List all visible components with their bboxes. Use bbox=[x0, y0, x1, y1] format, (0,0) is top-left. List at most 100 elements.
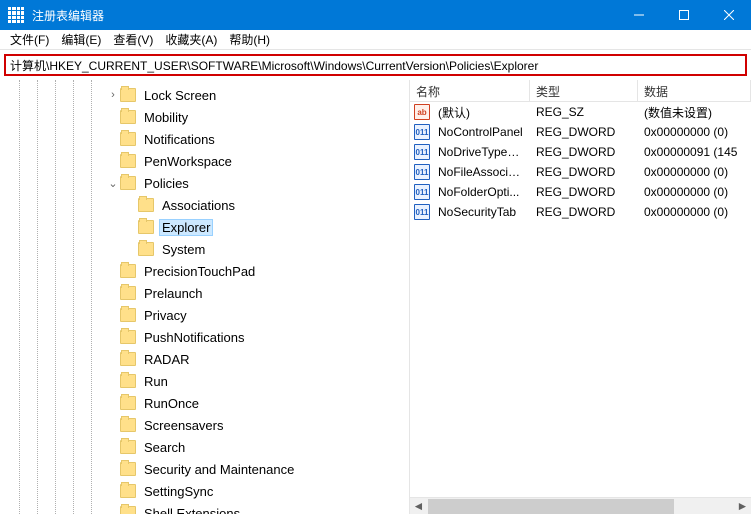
tree-item-label: Prelaunch bbox=[141, 285, 206, 302]
tree-item[interactable]: Search bbox=[0, 436, 409, 458]
value-row[interactable]: 011NoFolderOpti...REG_DWORD0x00000000 (0… bbox=[410, 182, 751, 202]
tree-item-label: Associations bbox=[159, 197, 238, 214]
string-value-icon: ab bbox=[414, 104, 430, 120]
folder-icon bbox=[120, 418, 136, 432]
tree-item[interactable]: Prelaunch bbox=[0, 282, 409, 304]
app-icon bbox=[8, 7, 24, 23]
value-name: NoDriveTypeA... bbox=[432, 145, 530, 159]
dword-value-icon: 011 bbox=[414, 184, 430, 200]
address-bar[interactable]: 计算机\HKEY_CURRENT_USER\SOFTWARE\Microsoft… bbox=[4, 54, 747, 76]
column-name[interactable]: 名称 bbox=[410, 80, 530, 101]
folder-icon bbox=[120, 176, 136, 190]
tree-item[interactable]: Explorer bbox=[0, 216, 409, 238]
value-name: NoControlPanel bbox=[432, 125, 530, 139]
folder-icon bbox=[120, 330, 136, 344]
column-type[interactable]: 类型 bbox=[530, 80, 638, 101]
value-data: 0x00000000 (0) bbox=[638, 125, 751, 139]
tree-item-label: Notifications bbox=[141, 131, 218, 148]
value-type: REG_DWORD bbox=[530, 165, 638, 179]
folder-icon bbox=[120, 110, 136, 124]
value-name: NoFolderOpti... bbox=[432, 185, 530, 199]
column-data[interactable]: 数据 bbox=[638, 80, 751, 101]
tree-item[interactable]: Run bbox=[0, 370, 409, 392]
menu-help[interactable]: 帮助(H) bbox=[223, 29, 276, 50]
folder-icon bbox=[120, 154, 136, 168]
scrollbar-thumb[interactable] bbox=[428, 499, 674, 514]
close-button[interactable] bbox=[706, 0, 751, 30]
value-data: 0x00000000 (0) bbox=[638, 205, 751, 219]
menu-file[interactable]: 文件(F) bbox=[4, 29, 55, 50]
folder-icon bbox=[138, 220, 154, 234]
tree-item[interactable]: Mobility bbox=[0, 106, 409, 128]
folder-icon bbox=[120, 264, 136, 278]
dword-value-icon: 011 bbox=[414, 204, 430, 220]
folder-icon bbox=[120, 374, 136, 388]
folder-icon bbox=[138, 242, 154, 256]
tree-item[interactable]: PrecisionTouchPad bbox=[0, 260, 409, 282]
value-type: REG_DWORD bbox=[530, 145, 638, 159]
value-row[interactable]: 011NoFileAssociateREG_DWORD0x00000000 (0… bbox=[410, 162, 751, 182]
tree-pane[interactable]: ›Lock ScreenMobility Notifications PenWork… bbox=[0, 80, 410, 514]
value-name: (默认) bbox=[432, 104, 530, 121]
folder-icon bbox=[138, 198, 154, 212]
tree-item-label: System bbox=[159, 241, 208, 258]
value-row[interactable]: ab(默认)REG_SZ(数值未设置) bbox=[410, 102, 751, 122]
horizontal-scrollbar[interactable]: ◄ ► bbox=[410, 497, 751, 514]
value-row[interactable]: 011NoControlPanelREG_DWORD0x00000000 (0) bbox=[410, 122, 751, 142]
tree-item-label: Explorer bbox=[159, 219, 213, 236]
value-type: REG_DWORD bbox=[530, 205, 638, 219]
folder-icon bbox=[120, 352, 136, 366]
folder-icon bbox=[120, 308, 136, 322]
value-name: NoSecurityTab bbox=[432, 205, 530, 219]
value-data: 0x00000000 (0) bbox=[638, 165, 751, 179]
dword-value-icon: 011 bbox=[414, 124, 430, 140]
folder-icon bbox=[120, 462, 136, 476]
tree-item[interactable]: ›Lock Screen bbox=[0, 84, 409, 106]
tree-item[interactable]: Shell Extensions bbox=[0, 502, 409, 514]
tree-item[interactable]: PushNotifications bbox=[0, 326, 409, 348]
tree-item[interactable]: ⌄Policies bbox=[0, 172, 409, 194]
tree-item[interactable]: Security and Maintenance bbox=[0, 458, 409, 480]
list-header: 名称 类型 数据 bbox=[410, 80, 751, 102]
scroll-left-arrow[interactable]: ◄ bbox=[410, 498, 427, 514]
tree-item[interactable]: RADAR bbox=[0, 348, 409, 370]
menu-edit[interactable]: 编辑(E) bbox=[55, 29, 107, 50]
value-data: 0x00000091 (145 bbox=[638, 145, 751, 159]
dword-value-icon: 011 bbox=[414, 144, 430, 160]
value-data: 0x00000000 (0) bbox=[638, 185, 751, 199]
menu-view[interactable]: 查看(V) bbox=[107, 29, 159, 50]
menu-favorites[interactable]: 收藏夹(A) bbox=[159, 29, 223, 50]
tree-item[interactable]: Associations bbox=[0, 194, 409, 216]
tree-item[interactable]: PenWorkspace bbox=[0, 150, 409, 172]
maximize-button[interactable] bbox=[661, 0, 706, 30]
tree-item-label: Shell Extensions bbox=[141, 505, 243, 514]
value-type: REG_DWORD bbox=[530, 125, 638, 139]
tree-item[interactable]: System bbox=[0, 238, 409, 260]
tree-item[interactable]: Screensavers bbox=[0, 414, 409, 436]
value-row[interactable]: 011NoDriveTypeA...REG_DWORD0x00000091 (1… bbox=[410, 142, 751, 162]
folder-icon bbox=[120, 506, 136, 514]
tree-item[interactable]: RunOnce bbox=[0, 392, 409, 414]
chevron-right-icon[interactable]: › bbox=[106, 89, 120, 101]
tree-item-label: Run bbox=[141, 373, 171, 390]
address-text: 计算机\HKEY_CURRENT_USER\SOFTWARE\Microsoft… bbox=[10, 57, 538, 74]
tree-item[interactable]: Privacy bbox=[0, 304, 409, 326]
value-name: NoFileAssociate bbox=[432, 165, 530, 179]
tree-item-label: Security and Maintenance bbox=[141, 461, 297, 478]
dword-value-icon: 011 bbox=[414, 164, 430, 180]
scroll-right-arrow[interactable]: ► bbox=[734, 498, 751, 514]
tree-item-label: Screensavers bbox=[141, 417, 226, 434]
folder-icon bbox=[120, 440, 136, 454]
value-type: REG_SZ bbox=[530, 105, 638, 119]
window-title: 注册表编辑器 bbox=[32, 7, 616, 24]
tree-item[interactable]: SettingSync bbox=[0, 480, 409, 502]
folder-icon bbox=[120, 88, 136, 102]
tree-item-label: PenWorkspace bbox=[141, 153, 235, 170]
list-body[interactable]: ab(默认)REG_SZ(数值未设置)011NoControlPanelREG_… bbox=[410, 102, 751, 497]
folder-icon bbox=[120, 484, 136, 498]
tree-item[interactable]: Notifications bbox=[0, 128, 409, 150]
minimize-button[interactable] bbox=[616, 0, 661, 30]
value-row[interactable]: 011NoSecurityTabREG_DWORD0x00000000 (0) bbox=[410, 202, 751, 222]
chevron-down-icon[interactable]: ⌄ bbox=[106, 177, 120, 190]
menu-bar: 文件(F) 编辑(E) 查看(V) 收藏夹(A) 帮助(H) bbox=[0, 30, 751, 50]
